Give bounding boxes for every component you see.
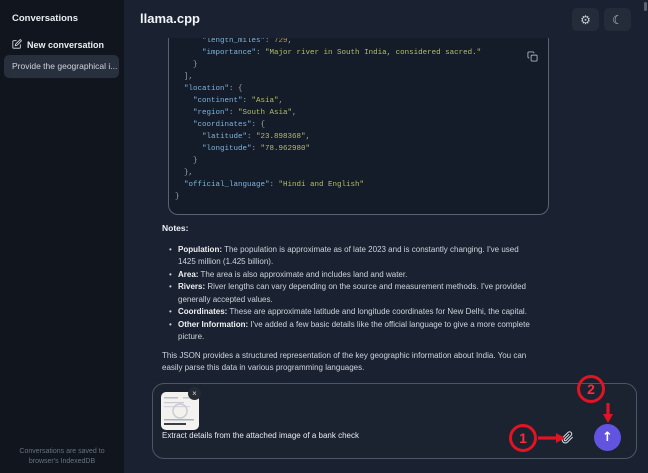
annotation-step-2-circle: 2 (577, 375, 605, 403)
moon-icon: ☾ (612, 12, 623, 27)
list-item: Rivers: River lengths can vary depending… (169, 281, 534, 306)
list-item: Population: The population is approximat… (169, 244, 534, 269)
app-window: "length_miles": 729, "importance": "Majo… (0, 0, 648, 473)
closing-paragraph: This JSON provides a structured represen… (162, 350, 527, 373)
attach-file-button[interactable] (558, 430, 576, 448)
list-item: Other Information: I've added a few basi… (169, 319, 534, 344)
sidebar-title: Conversations (12, 13, 78, 24)
list-item: Area: The area is also approximate and i… (169, 269, 534, 282)
send-button[interactable]: ↑ (594, 424, 621, 451)
annotation-step-1-circle: 1 (509, 424, 537, 452)
sidebar-footer-note: Conversations are saved to browser's Ind… (19, 448, 105, 465)
header: llama.cpp ⚙ ☾ (124, 0, 648, 38)
remove-attachment-button[interactable]: × (188, 387, 201, 400)
notes-list: Population: The population is approximat… (162, 244, 534, 344)
paperclip-icon (561, 431, 574, 447)
new-conversation-label: New conversation (27, 40, 105, 50)
scrollbar-thumb[interactable] (644, 2, 647, 11)
assistant-message-text: Notes: Population: The population is app… (162, 222, 534, 372)
json-code-content: "length_miles": 729, "importance": "Majo… (175, 38, 482, 201)
json-code-block: "length_miles": 729, "importance": "Majo… (168, 38, 549, 215)
chat-messages-area: "length_miles": 729, "importance": "Majo… (124, 38, 648, 372)
arrow-up-icon: ↑ (602, 430, 613, 445)
copy-code-button[interactable] (524, 49, 540, 65)
settings-button[interactable]: ⚙ (572, 8, 599, 31)
copy-icon (526, 50, 538, 65)
close-icon: × (192, 388, 197, 398)
gear-icon: ⚙ (580, 12, 591, 27)
edit-pencil-icon (12, 36, 22, 54)
list-item: Coordinates: These are approximate latit… (169, 306, 534, 319)
page-title: llama.cpp (140, 11, 200, 26)
theme-toggle-button[interactable]: ☾ (604, 8, 631, 31)
new-conversation-button[interactable]: New conversation (12, 36, 104, 54)
notes-heading: Notes: (162, 223, 189, 233)
message-input[interactable]: Extract details from the attached image … (162, 431, 359, 440)
chat-input-container[interactable]: × Extract details from the attached imag… (152, 383, 637, 459)
sidebar-item-conversation[interactable]: Provide the geographical i... (4, 55, 119, 78)
sidebar: Conversations New conversation Provide t… (0, 0, 124, 473)
